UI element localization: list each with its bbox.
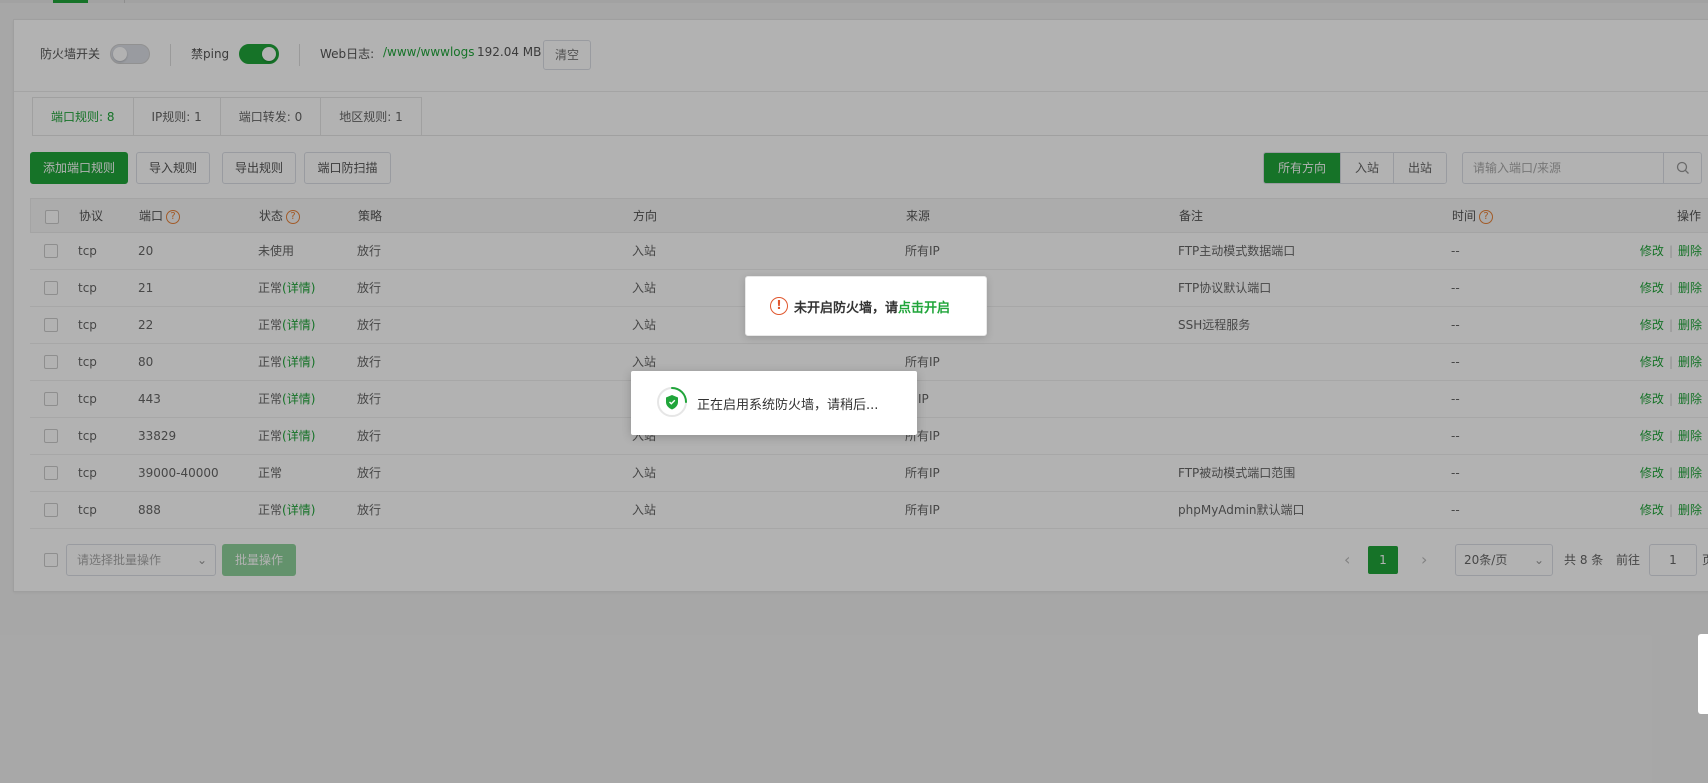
side-panel-edge (1698, 634, 1708, 714)
loading-text: 正在启用系统防火墙，请稍后... (697, 397, 879, 413)
warning-icon: ! (770, 297, 788, 315)
firewall-off-message: ! 未开启防火墙，请点击开启 (745, 276, 987, 336)
loading-spinner-icon (655, 385, 689, 422)
message-text: 未开启防火墙，请点击开启 (794, 297, 950, 316)
loading-dialog: 正在启用系统防火墙，请稍后... (631, 371, 917, 435)
message-text-main: 未开启防火墙，请 (794, 300, 899, 316)
enable-firewall-link[interactable]: 点击开启 (898, 301, 950, 316)
